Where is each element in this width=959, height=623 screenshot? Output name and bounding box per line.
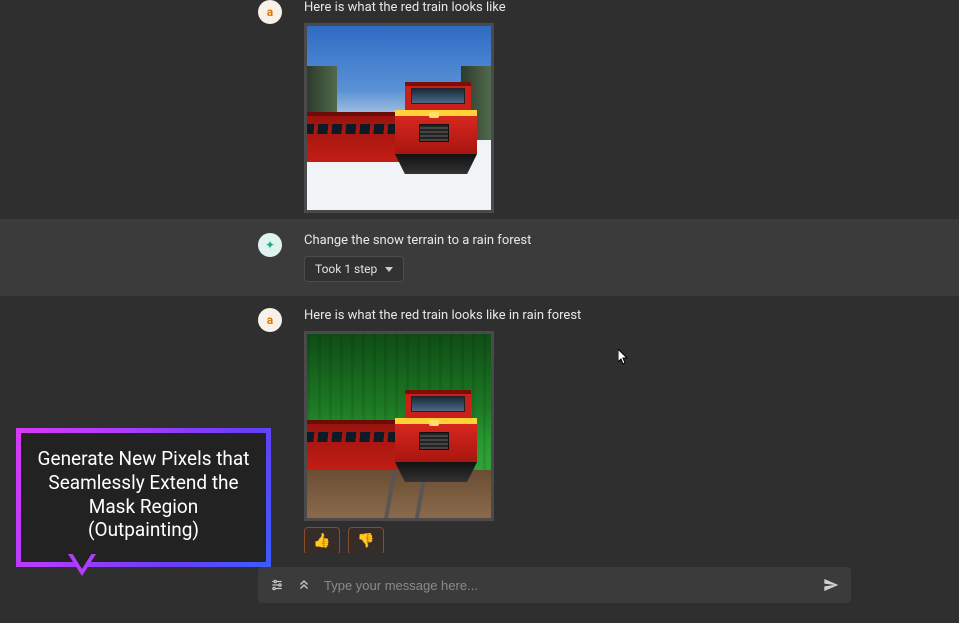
message-bot-1: a Here is what the red train looks like	[0, 0, 959, 219]
message-text: Here is what the red train looks like in…	[304, 308, 859, 323]
feedback-row: 👍 👎	[304, 527, 859, 553]
steps-chip-label: Took 1 step	[315, 262, 377, 276]
annotation-text: Generate New Pixels that Seamlessly Exte…	[38, 447, 250, 541]
message-input-bar	[258, 567, 851, 603]
avatar-user-glyph: ✦	[265, 238, 275, 252]
annotation-callout-tail	[72, 553, 92, 569]
thumbs-up-button[interactable]: 👍	[304, 527, 340, 553]
message-text: Here is what the red train looks like	[304, 0, 859, 15]
avatar-user: ✦	[258, 233, 282, 257]
thumbs-up-icon: 👍	[313, 533, 330, 549]
avatar-bot-glyph: a	[267, 313, 273, 327]
steps-chip[interactable]: Took 1 step	[304, 256, 404, 282]
generated-image-forest[interactable]	[304, 331, 494, 521]
avatar-bot: a	[258, 0, 282, 24]
message-text: Change the snow terrain to a rain forest	[304, 233, 859, 248]
send-button[interactable]	[823, 577, 839, 593]
collapse-up-icon[interactable]	[298, 579, 310, 591]
thumbs-down-icon: 👎	[357, 533, 374, 549]
settings-sliders-icon[interactable]	[270, 578, 284, 592]
avatar-bot: a	[258, 308, 282, 332]
annotation-callout: Generate New Pixels that Seamlessly Exte…	[16, 428, 271, 567]
thumbs-down-button[interactable]: 👎	[348, 527, 384, 553]
message-user-1: ✦ Change the snow terrain to a rain fore…	[0, 219, 959, 296]
avatar-bot-glyph: a	[267, 5, 273, 19]
message-input[interactable]	[324, 578, 809, 593]
generated-image-snow[interactable]	[304, 23, 494, 213]
chevron-down-icon	[385, 267, 393, 272]
